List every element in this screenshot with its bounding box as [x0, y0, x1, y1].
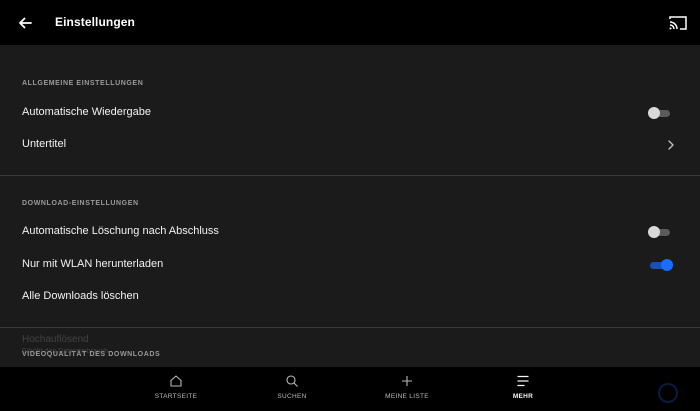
nav-item-mehr[interactable]: MEHR	[468, 367, 578, 411]
autodelete-toggle[interactable]	[648, 226, 672, 238]
toggle-knob	[648, 226, 660, 238]
menu-icon	[517, 375, 529, 387]
cast-icon	[669, 16, 687, 30]
section-divider	[0, 327, 700, 328]
bottom-navigation: STARTSEITE SUCHEN MEINE LISTE MEHR	[0, 367, 700, 411]
toggle-knob	[661, 259, 673, 271]
chevron-right-icon	[668, 140, 674, 150]
autodelete-row[interactable]: Automatische Löschung nach Abschluss	[0, 217, 700, 247]
toggle-knob	[648, 107, 660, 119]
wifi-only-label: Nur mit WLAN herunterladen	[22, 258, 164, 270]
page-title: Einstellungen	[55, 15, 135, 29]
home-icon	[170, 375, 182, 387]
top-app-bar: Einstellungen	[0, 0, 700, 45]
nav-label: STARTSEITE	[154, 393, 198, 400]
subtitles-label: Untertitel	[22, 138, 67, 150]
settings-list[interactable]: ALLGEMEINE EINSTELLUNGEN Automatische Wi…	[0, 45, 700, 367]
subtitles-row[interactable]: Untertitel	[0, 130, 700, 160]
arrow-left-icon	[19, 17, 32, 29]
nav-item-suchen[interactable]: SUCHEN	[237, 367, 347, 411]
radio-indicator	[658, 383, 678, 403]
section-divider	[0, 175, 700, 176]
back-button[interactable]	[14, 12, 36, 34]
quality-option-title: Hochauflösend	[22, 334, 89, 345]
nav-label: MEHR	[512, 393, 534, 400]
section-header-download: DOWNLOAD-EINSTELLUNGEN	[22, 200, 139, 207]
autoplay-label: Automatische Wiedergabe	[22, 106, 152, 118]
search-icon	[286, 375, 298, 387]
nav-label: SUCHEN	[277, 393, 307, 400]
nav-item-startseite[interactable]: STARTSEITE	[121, 367, 231, 411]
wifi-only-toggle[interactable]	[648, 259, 673, 271]
delete-all-downloads-row[interactable]: Alle Downloads löschen	[0, 282, 700, 312]
autoplay-row[interactable]: Automatische Wiedergabe	[0, 98, 700, 128]
nav-label: MEINE LISTE	[385, 393, 429, 400]
wifi-only-row[interactable]: Nur mit WLAN herunterladen	[0, 250, 700, 280]
autodelete-label: Automatische Löschung nach Abschluss	[22, 225, 219, 237]
delete-all-downloads-label: Alle Downloads löschen	[22, 290, 139, 302]
cast-button[interactable]	[667, 12, 689, 34]
section-header-general: ALLGEMEINE EINSTELLUNGEN	[22, 80, 144, 87]
quality-option-subtitle: Erhöht den Datenverbrauch	[22, 348, 108, 355]
autoplay-toggle[interactable]	[648, 107, 672, 119]
plus-icon	[402, 376, 412, 386]
nav-item-meine-liste[interactable]: MEINE LISTE	[352, 367, 462, 411]
